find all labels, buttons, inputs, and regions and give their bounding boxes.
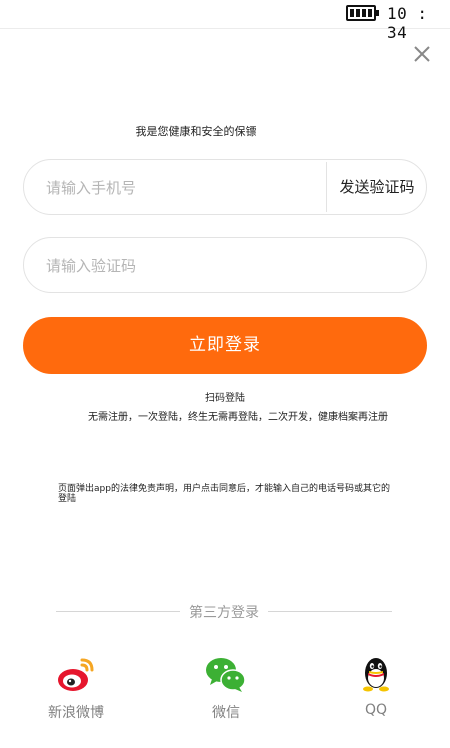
tagline-text: 无需注册，一次登陆，终生无需再登陆，二次开发，健康档案再注册 bbox=[88, 412, 388, 423]
status-bar: 10 : 34 bbox=[0, 0, 450, 42]
status-time: 10 : 34 bbox=[387, 4, 428, 42]
weibo-login-button[interactable]: 新浪微博 bbox=[31, 654, 121, 722]
qr-login-link[interactable]: 扫码登陆 bbox=[0, 389, 450, 404]
login-page: 10 : 34 我是您健康和安全的保镖 发送验证码 立即登录 扫码登陆 无需注册… bbox=[0, 0, 450, 748]
code-input-row bbox=[23, 237, 427, 294]
verification-code-input[interactable] bbox=[44, 238, 318, 294]
divider-line-left bbox=[56, 611, 180, 612]
phone-input-row: 发送验证码 bbox=[23, 159, 427, 216]
weibo-label: 新浪微博 bbox=[48, 705, 104, 721]
weibo-icon bbox=[54, 654, 98, 694]
divider-line-right bbox=[268, 611, 392, 612]
phone-input[interactable] bbox=[44, 160, 318, 216]
wechat-login-button[interactable]: 微信 bbox=[181, 654, 271, 722]
login-button[interactable]: 立即登录 bbox=[23, 317, 427, 374]
qq-login-button[interactable]: QQ bbox=[331, 654, 421, 718]
third-party-heading: 第三方登录 bbox=[189, 605, 259, 621]
send-code-button[interactable]: 发送验证码 bbox=[327, 160, 427, 214]
close-icon[interactable] bbox=[412, 44, 432, 64]
third-party-divider: 第三方登录 bbox=[0, 601, 450, 621]
disclaimer-text: 页面弹出app的法律免责声明，用户点击同意后，才能输入自己的电话号码或其它的登陆 bbox=[58, 484, 390, 504]
battery-full-icon bbox=[346, 5, 379, 21]
slogan-text: 我是您健康和安全的保镖 bbox=[135, 125, 257, 138]
wechat-label: 微信 bbox=[212, 705, 240, 721]
qq-label: QQ bbox=[364, 702, 388, 718]
qq-icon bbox=[354, 654, 398, 694]
wechat-icon bbox=[204, 654, 248, 694]
